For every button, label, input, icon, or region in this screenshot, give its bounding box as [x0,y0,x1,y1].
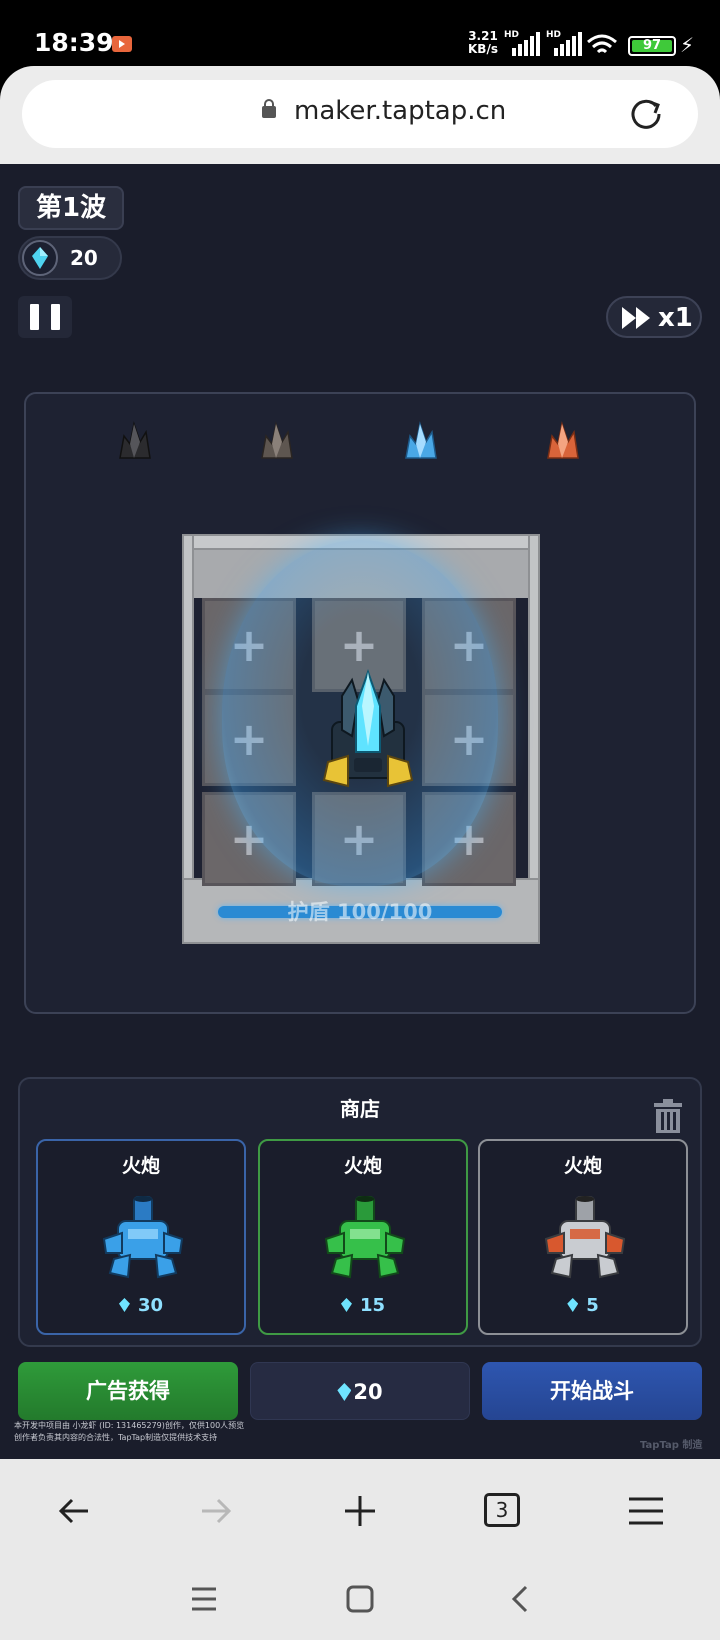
shop-item-name: 火炮 [121,1155,160,1177]
status-time: 18:39 [34,28,114,57]
cannon-turret-icon [102,1196,184,1279]
gem-icon [22,240,58,276]
shop-panel: 商店 火炮 30 火炮 15 火炮 5 [18,1077,702,1347]
grid-wall-right [528,534,540,886]
pause-button[interactable] [18,296,72,338]
tabs-count-button[interactable]: 3 [484,1493,520,1527]
gem-counter: 20 [18,236,122,280]
url-text[interactable]: maker.taptap.cn [294,96,506,126]
cannon-turret-icon [324,1196,406,1279]
lock-icon [262,99,276,118]
crystal-blue-icon [405,421,437,459]
shield-health-text: 护盾 100/100 [287,900,433,924]
network-speed: 3.21 KB/s [468,30,498,56]
shop-item-price: 5 [480,1295,686,1316]
charging-icon: ⚡ [680,33,695,57]
crystal-black-icon [119,421,151,459]
pause-icon [30,304,39,330]
new-tab-plus-icon[interactable] [340,1491,380,1531]
system-nav-bar [0,1559,720,1640]
system-back-icon[interactable] [500,1579,540,1619]
start-battle-button[interactable]: 开始战斗 [482,1362,702,1420]
taptap-logo: TapTap 制造 [640,1440,703,1451]
gem-icon [118,1298,130,1312]
cannon-turret-icon [544,1196,626,1279]
gems-button[interactable]: 20 [250,1362,470,1420]
shop-item-cannon-gray[interactable]: 火炮 5 [478,1139,688,1335]
recent-apps-icon[interactable] [184,1579,224,1619]
core-turret [322,668,414,788]
address-bar[interactable]: maker.taptap.cn [22,80,698,148]
home-icon[interactable] [340,1579,380,1619]
crystal-gray-icon [261,421,293,459]
network-speed-unit: KB/s [468,42,498,56]
shop-item-name: 火炮 [563,1155,602,1177]
reload-icon[interactable] [628,96,664,132]
trash-icon[interactable] [652,1099,684,1133]
shop-item-name: 火炮 [343,1155,382,1177]
back-arrow-icon[interactable] [54,1491,94,1531]
creator-disclaimer: 本开发中项目由 小龙虾 (ID: 131465279)创作，仅供100人预览 创… [14,1421,245,1442]
gem-icon [340,1298,352,1312]
gem-count: 20 [70,246,98,270]
speed-button[interactable]: x1 [606,296,702,338]
shop-title: 商店 [340,1097,380,1121]
menu-icon[interactable] [626,1491,666,1531]
status-bar: 18:39 3.21 KB/s HD HD 97 ⚡ [0,0,720,66]
battery-level: 97 [642,38,662,53]
signal-icon-2 [546,32,582,56]
browser-toolbar: maker.taptap.cn [0,66,720,164]
signal-icon [504,32,540,56]
gem-icon [567,1298,579,1312]
shop-item-price: 15 [260,1295,466,1316]
wave-label: 第1波 [18,186,124,230]
watch-ad-button[interactable]: 广告获得 [18,1362,238,1420]
speed-label: x1 [658,303,693,333]
screen-record-icon [112,36,132,52]
shop-item-cannon-blue[interactable]: 火炮 30 [36,1139,246,1335]
shop-item-price: 30 [38,1295,244,1316]
grid-wall-left [182,534,194,886]
browser-nav-bar: 3 [0,1459,720,1559]
gem-icon [337,1383,352,1401]
shop-item-cannon-green[interactable]: 火炮 15 [258,1139,468,1335]
fast-forward-icon [622,307,650,329]
battery-icon: 97 [628,36,676,56]
forward-arrow-icon[interactable] [196,1491,236,1531]
wifi-icon [587,34,617,54]
crystal-orange-icon [547,421,579,459]
